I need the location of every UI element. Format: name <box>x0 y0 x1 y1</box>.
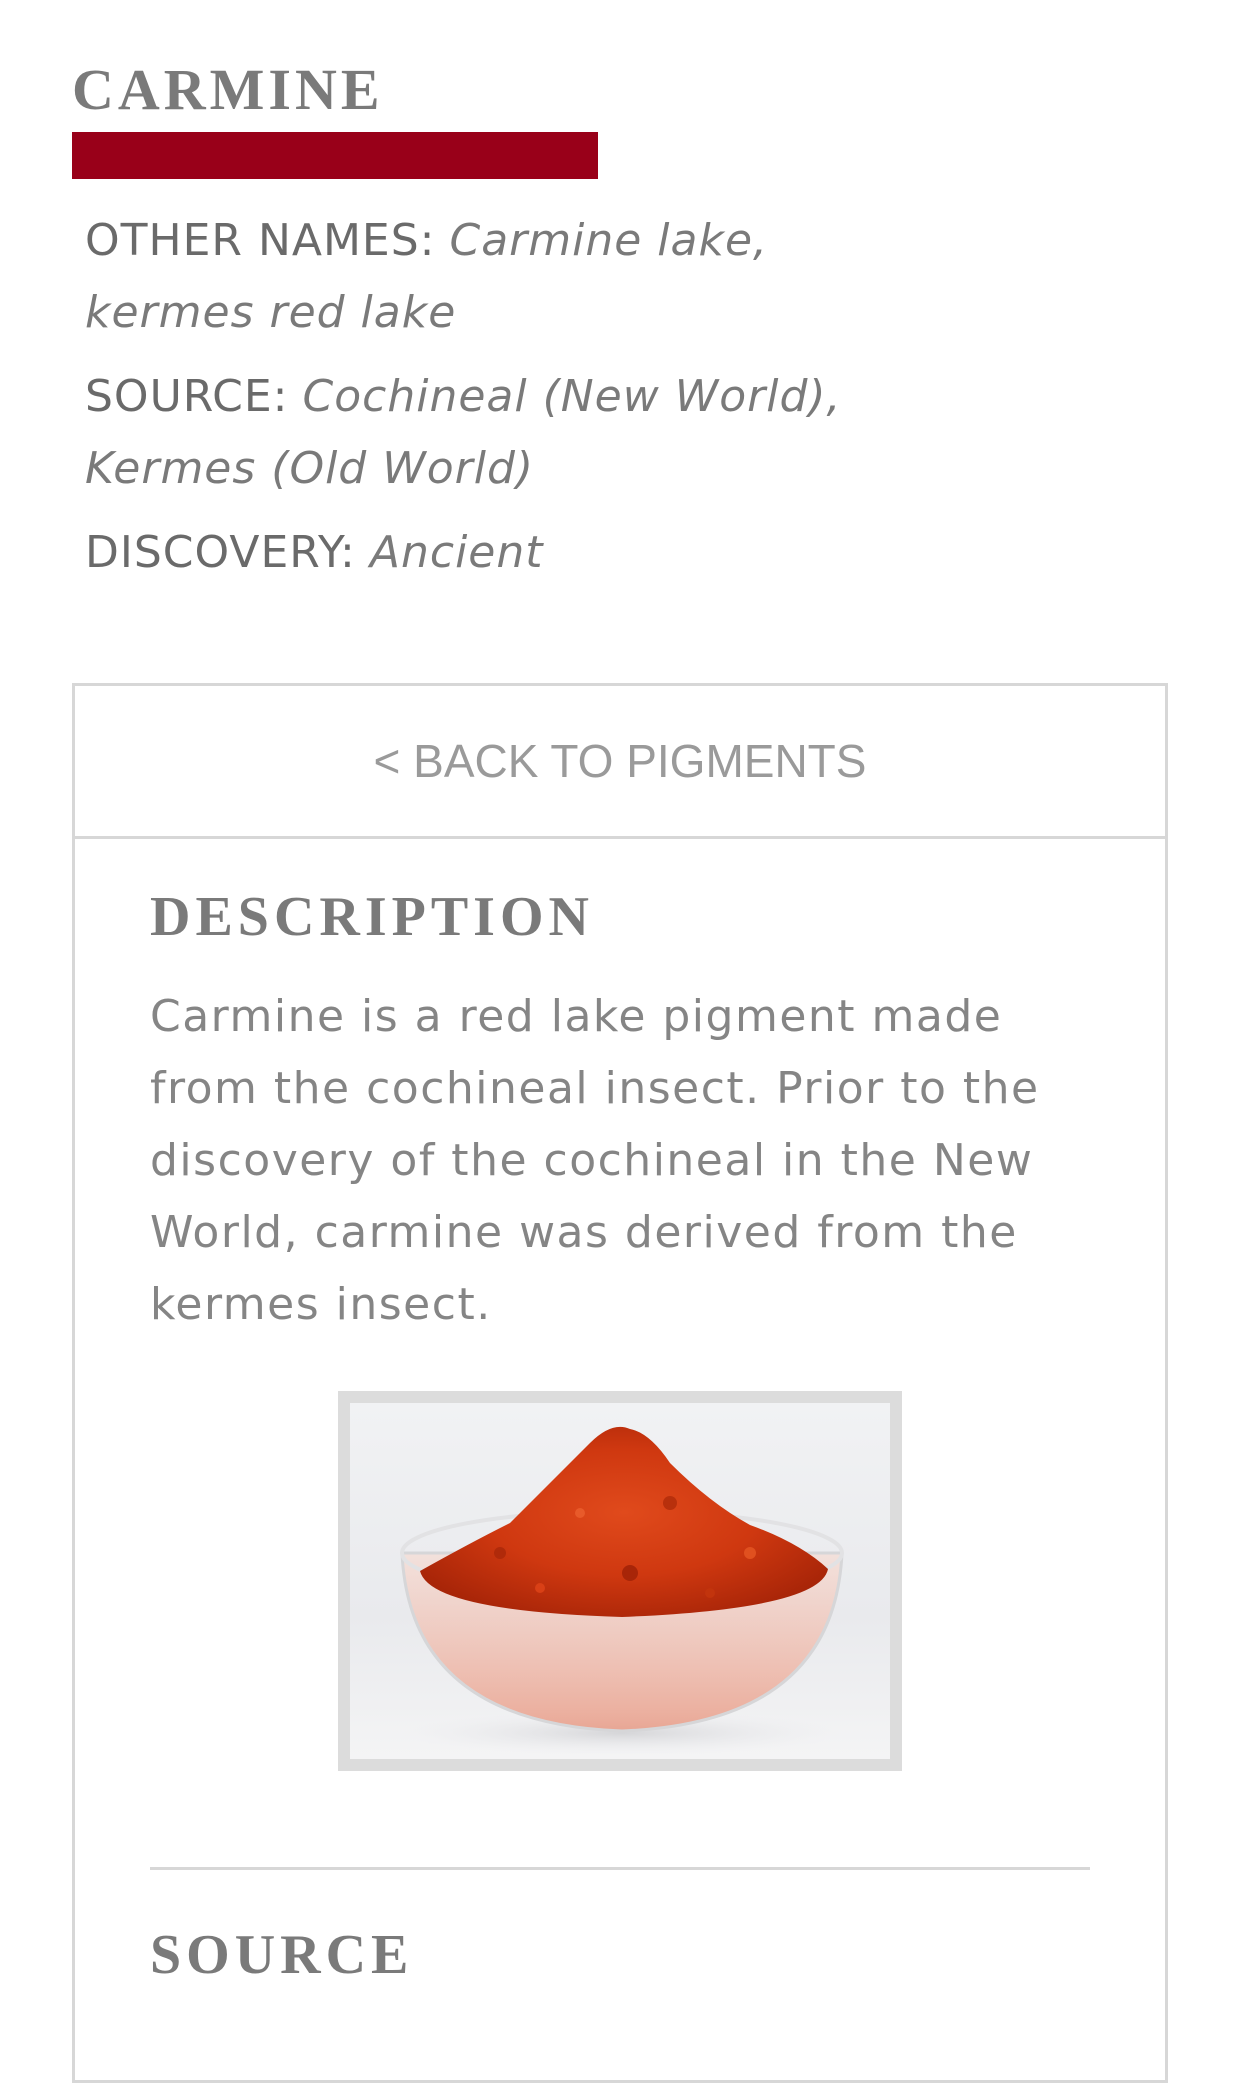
back-to-pigments-button[interactable]: < BACK TO PIGMENTS <box>75 686 1165 839</box>
pigment-bowl-image <box>400 1426 844 1755</box>
other-names-value-line1: Carmine lake, <box>449 215 769 266</box>
discovery-row: DISCOVERY: Ancient <box>85 517 885 589</box>
discovery-value: Ancient <box>369 527 544 578</box>
source-value-line1: Cochineal (New World), <box>302 371 842 422</box>
discovery-label: DISCOVERY: <box>85 527 356 578</box>
panel-body: DESCRIPTION Carmine is a red lake pigmen… <box>150 839 1090 1990</box>
source-row: SOURCE: Cochineal (New World), Kermes (Ol… <box>85 361 885 505</box>
description-text: Carmine is a red lake pigment made from … <box>150 991 1040 1330</box>
other-names-value-line2: kermes red lake <box>85 287 457 338</box>
other-names-label: OTHER NAMES: <box>85 215 436 266</box>
description-heading: DESCRIPTION <box>150 886 594 948</box>
content-panel: < BACK TO PIGMENTS DESCRIPTION Carmine i… <box>72 683 1168 2083</box>
source-value-line2: Kermes (Old World) <box>85 443 535 494</box>
page-title: CARMINE <box>72 57 384 122</box>
other-names-row: OTHER NAMES: Carmine lake, kermes red lak… <box>85 205 885 349</box>
source-heading: SOURCE <box>150 1924 414 1986</box>
color-swatch <box>72 132 598 179</box>
source-label: SOURCE: <box>85 371 289 422</box>
section-divider <box>150 1867 1090 1870</box>
pigment-photo <box>338 1391 902 1771</box>
pigment-meta: OTHER NAMES: Carmine lake, kermes red lak… <box>85 205 885 601</box>
